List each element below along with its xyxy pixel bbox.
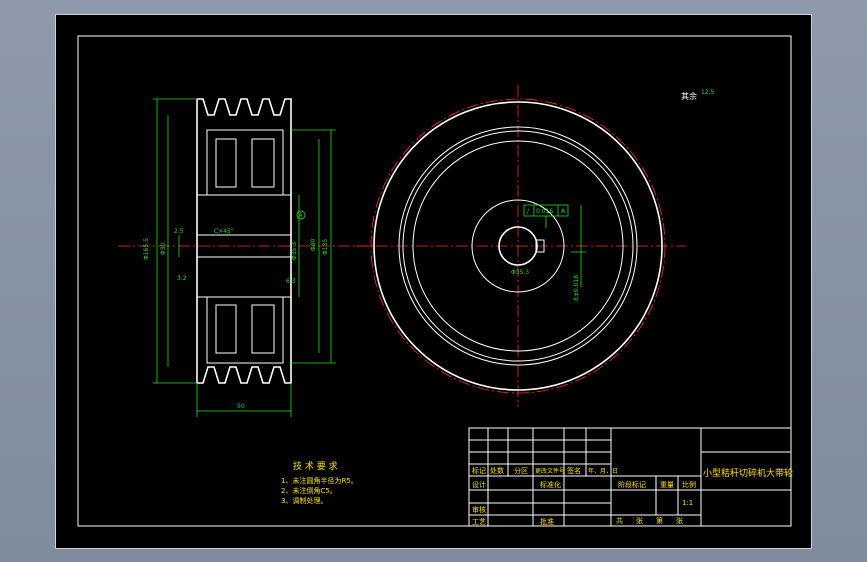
svg-text:重量: 重量 [660, 481, 674, 489]
svg-text:A: A [299, 213, 303, 219]
roughness-left: 3.2 [177, 275, 187, 282]
dim-small-text: 2.5 [174, 228, 184, 235]
dim-hub-text: Φ30 [160, 242, 167, 255]
svg-text:处数: 处数 [490, 466, 504, 475]
dim-width-text: 50 [237, 403, 245, 410]
tolerance-datum: A [561, 208, 566, 215]
hub-section-bottom [196, 256, 292, 298]
lower-pocket-left [215, 304, 237, 354]
rim-sides [196, 99, 292, 383]
drawing-title: 小型秸秆切碎机大带轮 [703, 467, 793, 479]
svg-text:比例: 比例 [682, 480, 696, 489]
keyway-dim-text: Φ35.3 [291, 242, 298, 260]
top-rim-grooves [197, 98, 292, 130]
drawing-canvas: Φ165.5 Φ30 C×45° 2.5 Φ35.3 Φ80 Φ135 50 A… [77, 35, 793, 527]
key-width-text: 8±0.018 [573, 275, 580, 301]
svg-text:/: / [527, 208, 530, 215]
svg-text:更改文件号: 更改文件号 [535, 467, 565, 475]
chamfer-text: C×45° [214, 228, 234, 235]
roughness-note: 其余 [681, 91, 697, 101]
upper-web [206, 129, 284, 196]
bottom-rim-grooves [197, 365, 292, 384]
dim-pulley-text: Φ80 [310, 238, 317, 251]
svg-text:阶段标记: 阶段标记 [618, 480, 646, 489]
front-view: / 0.016 A 8±0.018 Φ35.3 [356, 85, 686, 407]
section-view: Φ165.5 Φ30 C×45° 2.5 Φ35.3 Φ80 Φ135 50 A… [118, 98, 371, 417]
tech-notes: 技 术 要 求 1、未注圆角半径为R5。 2、未注倒角C5。 3、调制处理。 [281, 460, 358, 505]
svg-text:张: 张 [636, 516, 643, 525]
title-block: 标记 处数 分区 更改文件号 签名 年、月、日 设计 标准化 审核 工艺 批准 … [468, 427, 793, 527]
svg-text:1:1: 1:1 [682, 499, 693, 507]
hub-section-top [196, 194, 292, 236]
dim-outer-text: Φ165.5 [143, 238, 150, 260]
notes-heading: 技 术 要 求 [293, 460, 338, 472]
svg-text:张: 张 [676, 516, 683, 525]
svg-text:工艺: 工艺 [472, 518, 486, 526]
svg-text:共: 共 [616, 516, 623, 525]
roughness-value: 12.5 [701, 89, 715, 96]
svg-text:设计: 设计 [472, 480, 486, 489]
note-line-3: 3、调制处理。 [281, 496, 327, 505]
svg-text:审核: 审核 [472, 505, 486, 514]
svg-text:签名: 签名 [567, 466, 581, 475]
svg-text:标准化: 标准化 [540, 480, 561, 489]
svg-text:标记: 标记 [472, 466, 486, 475]
note-line-1: 1、未注圆角半径为R5。 [281, 476, 358, 485]
svg-text:分区: 分区 [514, 466, 528, 475]
roughness-right: 6.3 [286, 278, 296, 285]
lower-pocket-right [251, 304, 275, 354]
keyway-front-text: Φ35.3 [511, 269, 529, 276]
svg-text:批准: 批准 [540, 517, 554, 526]
dim-mid-text: Φ135 [322, 239, 329, 255]
upper-pocket-right [251, 138, 275, 188]
upper-pocket-left [215, 138, 237, 188]
tolerance-value: 0.016 [536, 208, 553, 215]
cad-viewport[interactable]: Φ165.5 Φ30 C×45° 2.5 Φ35.3 Φ80 Φ135 50 A… [55, 14, 812, 549]
svg-text:年、月、日: 年、月、日 [588, 467, 618, 475]
note-line-2: 2、未注倒角C5。 [281, 486, 337, 495]
svg-text:第: 第 [656, 516, 663, 525]
